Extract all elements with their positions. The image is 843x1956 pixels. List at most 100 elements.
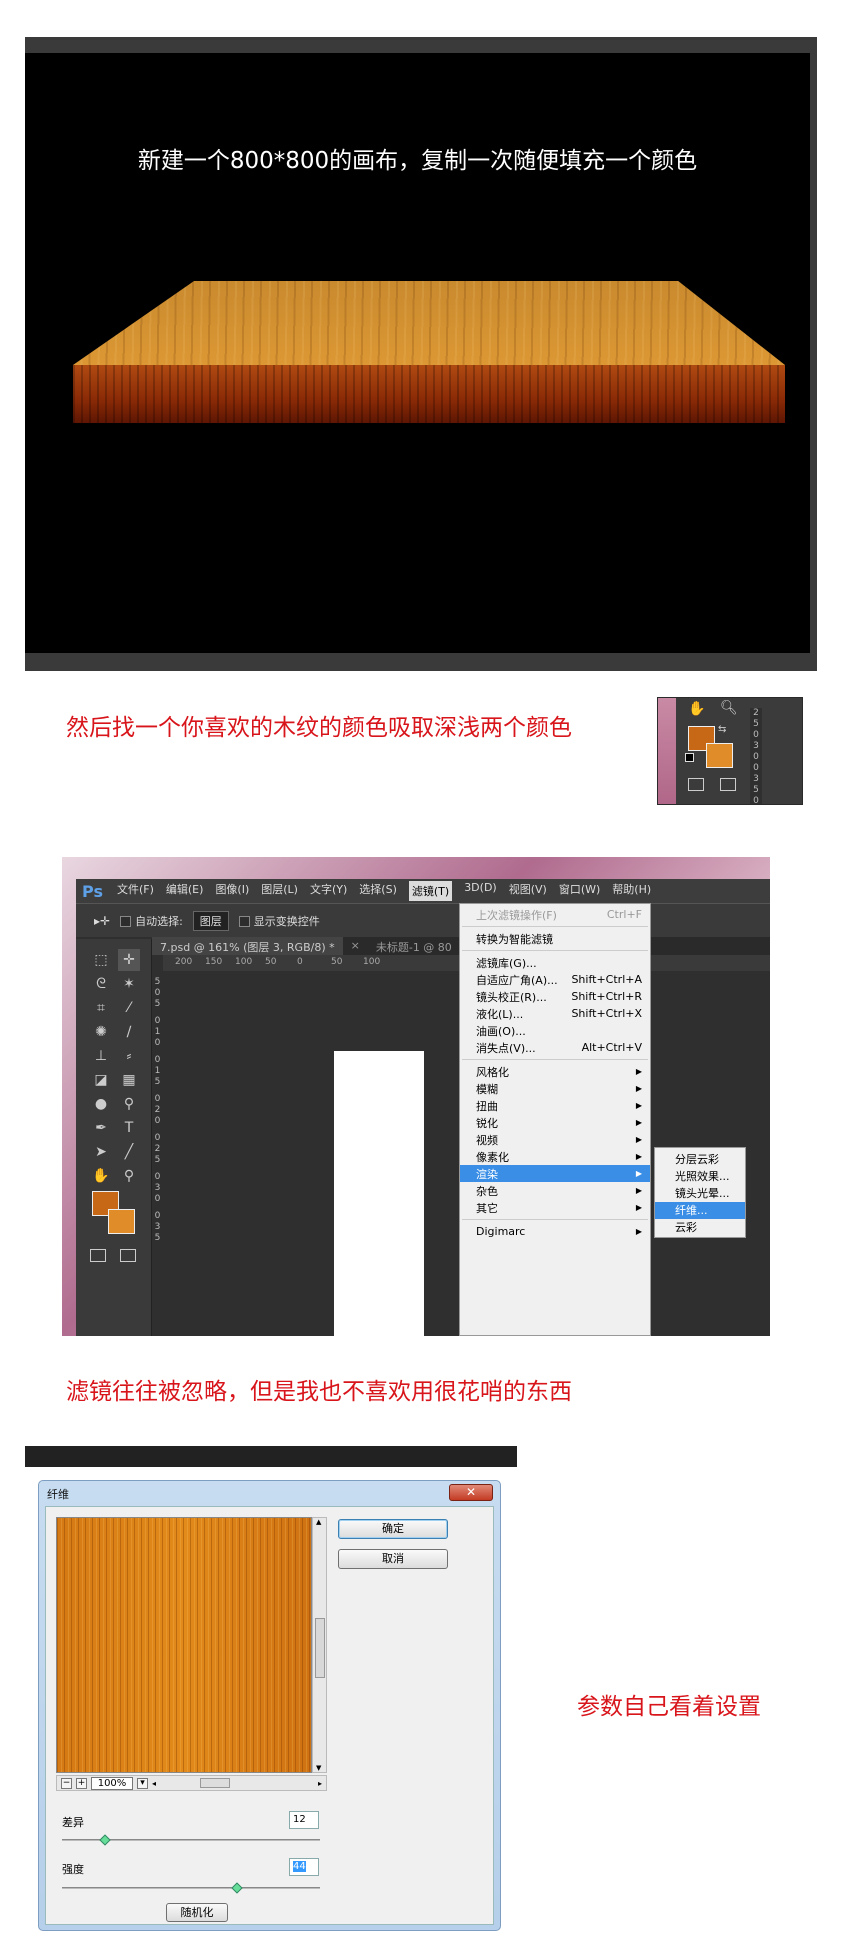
quick-mask-icon[interactable] xyxy=(90,1249,106,1262)
background-color-swatch[interactable] xyxy=(706,743,733,768)
history-brush-icon[interactable]: ⸗ xyxy=(118,1045,140,1067)
move-tool-icon[interactable]: ✛ xyxy=(118,949,140,971)
crop-tool-icon[interactable]: ⌗ xyxy=(90,997,112,1019)
ruler-tick: 100 xyxy=(363,957,381,967)
screen-mode-icon[interactable] xyxy=(120,1249,136,1262)
filter-menu-item[interactable]: 杂色 ▶ xyxy=(460,1182,650,1199)
close-icon[interactable]: ✕ xyxy=(449,1484,493,1501)
zoom-out-icon[interactable]: − xyxy=(61,1777,72,1789)
healing-brush-icon[interactable]: ✺ xyxy=(90,1021,112,1043)
show-transform-checkbox[interactable]: 显示变换控件 xyxy=(238,913,320,929)
swap-colors-icon[interactable]: ⇆ xyxy=(718,724,726,735)
hand-tool-icon[interactable]: ✋ xyxy=(90,1165,112,1187)
layer-dropdown[interactable]: 图层 xyxy=(192,910,229,931)
render-submenu-item[interactable]: 纤维... xyxy=(655,1202,745,1219)
submenu-arrow-icon: ▶ xyxy=(635,1227,642,1236)
auto-select-checkbox[interactable]: 自动选择: xyxy=(120,913,183,929)
tab-7-psd[interactable]: 7.psd @ 161% (图层 3, RGB/8) * xyxy=(152,937,343,955)
fiber-preview[interactable] xyxy=(56,1517,312,1773)
lasso-tool-icon[interactable]: ᘓ xyxy=(90,973,112,995)
filter-menu-item[interactable]: 视频 ▶ xyxy=(460,1131,650,1148)
zoom-in-icon[interactable]: + xyxy=(76,1777,87,1789)
scroll-down-icon[interactable]: ▼ xyxy=(316,1764,321,1772)
move-tool-icon[interactable]: ▸✛ xyxy=(94,914,110,928)
gradient-tool-icon[interactable]: ▦ xyxy=(118,1069,140,1091)
scroll-left-icon[interactable]: ◂ xyxy=(152,1779,156,1788)
menu-item[interactable]: 3D(D) xyxy=(464,881,497,901)
zoom-dropdown-icon[interactable]: ▾ xyxy=(137,1777,148,1789)
filter-menu-item[interactable]: 锐化 ▶ xyxy=(460,1114,650,1131)
pink-edge xyxy=(658,698,676,804)
variance-slider-thumb[interactable] xyxy=(99,1834,111,1846)
filter-menu-item[interactable]: 镜头校正(R)... Shift+Ctrl+R xyxy=(460,988,650,1005)
menu-item[interactable]: 选择(S) xyxy=(359,881,397,901)
ruler-tick: 2 xyxy=(154,1144,161,1154)
render-submenu-item[interactable]: 镜头光晕... xyxy=(655,1185,745,1202)
zoom-icon[interactable]: 🔍︎ xyxy=(720,700,738,716)
filter-menu-item[interactable]: 转换为智能滤镜 xyxy=(460,930,650,947)
strength-input[interactable]: 44 xyxy=(289,1858,319,1876)
default-colors-icon[interactable] xyxy=(685,753,694,762)
filter-menu-item[interactable]: 风格化 ▶ xyxy=(460,1063,650,1080)
filter-menu-item[interactable]: 自适应广角(A)... Shift+Ctrl+A xyxy=(460,971,650,988)
menu-item[interactable]: 滤镜(T) xyxy=(408,881,453,901)
filter-menu-item[interactable]: 渲染 ▶ xyxy=(460,1165,650,1182)
blur-tool-icon[interactable]: ● xyxy=(90,1093,112,1115)
scroll-right-icon[interactable]: ▸ xyxy=(318,1779,322,1788)
marquee-tool-icon[interactable]: ⬚ xyxy=(90,949,112,971)
type-tool-icon[interactable]: T xyxy=(118,1117,140,1139)
screen-mode-icon[interactable] xyxy=(720,778,736,791)
line-tool-icon[interactable]: ╱ xyxy=(118,1141,140,1163)
ok-button[interactable]: 确定 xyxy=(338,1519,448,1539)
strength-slider-track[interactable] xyxy=(62,1887,320,1889)
filter-menu-item[interactable]: 扭曲 ▶ xyxy=(460,1097,650,1114)
menu-item[interactable]: 文字(Y) xyxy=(310,881,347,901)
canvas[interactable] xyxy=(334,1051,424,1336)
render-submenu-item[interactable]: 分层云彩 xyxy=(655,1151,745,1168)
menu-item[interactable]: 图层(L) xyxy=(261,881,298,901)
hand-icon[interactable]: ✋ xyxy=(688,701,705,717)
filter-menu-item[interactable]: 油画(O)... xyxy=(460,1022,650,1039)
eraser-tool-icon[interactable]: ◪ xyxy=(90,1069,112,1091)
scroll-up-icon[interactable]: ▲ xyxy=(316,1518,321,1526)
ruler-tick: 3 xyxy=(753,774,759,784)
filter-menu-item[interactable]: 其它 ▶ xyxy=(460,1199,650,1216)
render-submenu-item[interactable]: 云彩 xyxy=(655,1219,745,1236)
strength-slider-thumb[interactable] xyxy=(231,1882,243,1894)
dodge-tool-icon[interactable]: ⚲ xyxy=(118,1093,140,1115)
ps-background-swatch[interactable] xyxy=(108,1209,135,1234)
filter-menu-item[interactable]: Digimarc ▶ xyxy=(460,1223,650,1240)
cancel-button[interactable]: 取消 xyxy=(338,1549,448,1569)
randomize-button[interactable]: 随机化 xyxy=(166,1903,228,1922)
filter-menu-item[interactable]: 模糊 ▶ xyxy=(460,1080,650,1097)
preview-vertical-scrollbar[interactable]: ▲ ▼ xyxy=(312,1517,327,1773)
scroll-thumb[interactable] xyxy=(315,1618,325,1678)
stamp-tool-icon[interactable]: ⊥ xyxy=(90,1045,112,1067)
menu-item[interactable]: 图像(I) xyxy=(215,881,249,901)
menu-item[interactable]: 文件(F) xyxy=(117,881,154,901)
filter-menu-item[interactable]: 消失点(V)... Alt+Ctrl+V xyxy=(460,1039,650,1056)
h-scroll-thumb[interactable] xyxy=(200,1778,231,1788)
magic-wand-icon[interactable]: ✶ xyxy=(118,973,140,995)
path-select-icon[interactable]: ➤ xyxy=(90,1141,112,1163)
filter-menu-item[interactable]: 滤镜库(G)... xyxy=(460,954,650,971)
tab-close-icon[interactable]: × xyxy=(343,937,368,955)
menu-item[interactable]: 编辑(E) xyxy=(166,881,204,901)
eyedropper-icon[interactable]: ⁄ xyxy=(118,997,140,1019)
variance-input[interactable]: 12 xyxy=(289,1811,319,1829)
menu-item[interactable]: 视图(V) xyxy=(509,881,547,901)
menu-item-label: 其它 xyxy=(476,1201,498,1215)
zoom-tool-icon[interactable]: ⚲ xyxy=(118,1165,140,1187)
render-submenu-item[interactable]: 光照效果... xyxy=(655,1168,745,1185)
tab-untitled[interactable]: 未标题-1 @ 80 xyxy=(368,937,460,955)
filter-menu-item[interactable]: 上次滤镜操作(F) Ctrl+F xyxy=(460,906,650,923)
menu-item[interactable]: 帮助(H) xyxy=(612,881,651,901)
brush-tool-icon[interactable]: ∕ xyxy=(118,1021,140,1043)
filter-menu-item[interactable]: 像素化 ▶ xyxy=(460,1148,650,1165)
pen-tool-icon[interactable]: ✒ xyxy=(90,1117,112,1139)
ruler-tick: 1 xyxy=(154,1027,161,1037)
ruler-tick: 5 xyxy=(753,785,759,795)
quick-mask-icon[interactable] xyxy=(688,778,704,791)
menu-item[interactable]: 窗口(W) xyxy=(559,881,600,901)
filter-menu-item[interactable]: 液化(L)... Shift+Ctrl+X xyxy=(460,1005,650,1022)
